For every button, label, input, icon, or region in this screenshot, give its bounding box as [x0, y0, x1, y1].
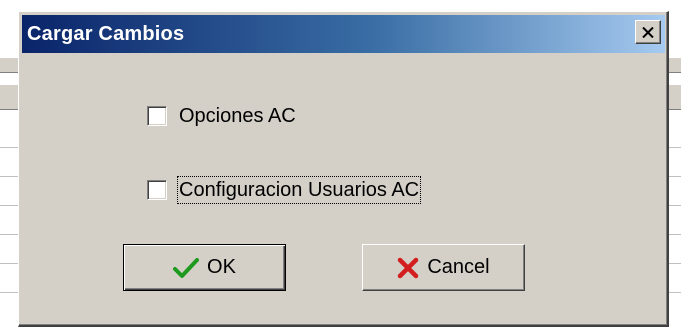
option-configuracion-usuarios-ac[interactable]: Configuracion Usuarios AC	[147, 176, 422, 204]
dialog-title: Cargar Cambios	[27, 22, 185, 45]
close-button[interactable]	[635, 20, 661, 44]
configuracion-usuarios-ac-checkbox[interactable]	[147, 180, 167, 200]
cargar-cambios-dialog: Cargar Cambios Opciones AC Configuracion…	[18, 11, 669, 327]
checkmark-icon	[173, 257, 200, 279]
x-icon	[397, 257, 419, 279]
cancel-button[interactable]: Cancel	[362, 244, 525, 291]
dialog-titlebar[interactable]: Cargar Cambios	[22, 15, 665, 53]
cancel-label: Cancel	[427, 256, 490, 278]
opciones-ac-checkbox[interactable]	[147, 106, 167, 126]
ok-label: OK	[207, 256, 236, 278]
close-icon	[642, 26, 654, 38]
opciones-ac-label: Opciones AC	[179, 105, 296, 127]
option-opciones-ac[interactable]: Opciones AC	[147, 103, 297, 129]
ok-button[interactable]: OK	[123, 244, 286, 291]
configuracion-usuarios-ac-label: Configuracion Usuarios AC	[176, 176, 422, 204]
